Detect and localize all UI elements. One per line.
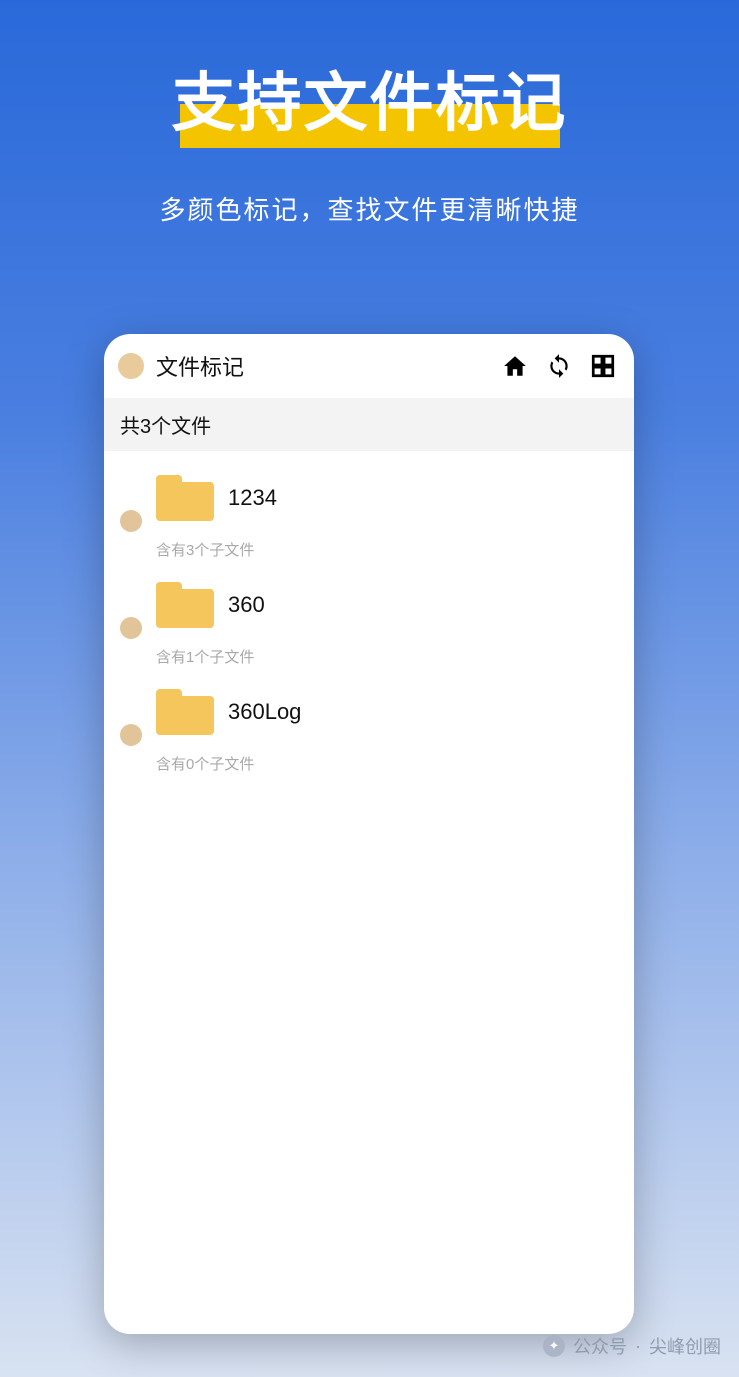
folder-name: 1234 [228, 485, 277, 511]
hero-title: 支持文件标记 [0, 52, 739, 144]
watermark: ✦ 公众号 · 尖峰创圈 [543, 1333, 721, 1359]
topbar-actions [502, 353, 616, 379]
folder-subtext: 含有0个子文件 [156, 753, 618, 774]
folder-subtext: 含有3个子文件 [156, 539, 618, 560]
color-mark-dot[interactable] [120, 617, 142, 639]
watermark-sep: · [635, 1336, 641, 1357]
list-item[interactable]: 360 含有1个子文件 [104, 568, 634, 675]
folder-name: 360 [228, 592, 265, 618]
watermark-label: 公众号 [573, 1333, 627, 1359]
home-button[interactable] [502, 353, 528, 379]
app-card: 文件标记 共3个文件 1234 含有3个子文件 [104, 334, 634, 1334]
file-count-summary: 共3个文件 [104, 398, 634, 451]
list-item[interactable]: 360Log 含有0个子文件 [104, 675, 634, 782]
folder-icon [156, 582, 214, 628]
topbar-color-dot[interactable] [118, 353, 144, 379]
hero-title-text: 支持文件标记 [172, 67, 568, 139]
color-mark-dot[interactable] [120, 510, 142, 532]
color-mark-dot[interactable] [120, 724, 142, 746]
refresh-button[interactable] [546, 353, 572, 379]
folder-name: 360Log [228, 699, 301, 725]
folder-icon [156, 475, 214, 521]
hero-subtitle: 多颜色标记，查找文件更清晰快捷 [0, 190, 739, 227]
grid-view-button[interactable] [590, 353, 616, 379]
list-item[interactable]: 1234 含有3个子文件 [104, 461, 634, 568]
topbar-title: 文件标记 [156, 350, 490, 382]
file-list: 1234 含有3个子文件 360 含有1个子文件 360Log [104, 451, 634, 792]
folder-icon [156, 689, 214, 735]
refresh-icon [546, 353, 572, 379]
folder-subtext: 含有1个子文件 [156, 646, 618, 667]
home-icon [502, 353, 528, 379]
grid-icon [590, 353, 616, 379]
topbar: 文件标记 [104, 334, 634, 398]
watermark-name: 尖峰创圈 [649, 1333, 721, 1359]
wechat-icon: ✦ [543, 1335, 565, 1357]
